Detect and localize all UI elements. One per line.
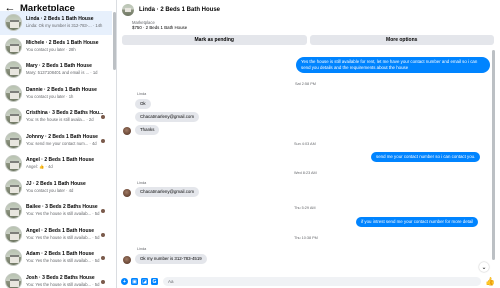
- seen-avatar: [100, 255, 106, 261]
- outgoing-message: Yes the house is still available for ren…: [296, 57, 490, 73]
- listing-price[interactable]: $750 · 2 Beds 1 Bath House: [132, 25, 187, 31]
- conversation-title: Adam · 2 Beds 1 Bath House: [26, 251, 95, 258]
- listing-thumbnail: [5, 202, 22, 220]
- incoming-message: Chacatmarleny@gmail.com: [135, 112, 199, 122]
- scroll-down-icon[interactable]: ⌄: [479, 262, 489, 272]
- listing-thumbnail: [5, 14, 22, 32]
- listing-avatar[interactable]: [122, 3, 134, 16]
- conversation-preview: You contact you later · 28h: [26, 46, 76, 52]
- conversation-item[interactable]: Johnny · 2 Beds 1 Bath House You: send me…: [0, 129, 112, 153]
- conversation-list: Linda · 2 Beds 1 Bath House Linda: Ok my …: [0, 11, 112, 288]
- conversation-item[interactable]: Angel · 2 Beds 1 Bath House You: Yes the …: [0, 223, 112, 247]
- seen-avatar: [100, 208, 106, 214]
- message-thread: Yes the house is still available for ren…: [118, 48, 490, 270]
- listing-thumbnail: [5, 272, 22, 288]
- timestamp: Thu 10:38 PM: [294, 236, 318, 240]
- sender-name: Linda: [137, 181, 147, 185]
- listing-thumbnail: [5, 131, 22, 149]
- add-icon[interactable]: +: [121, 278, 128, 285]
- listing-actions: Mark as pending More options: [122, 35, 494, 45]
- sender-avatar[interactable]: [123, 189, 131, 197]
- chat-header: Linda · 2 Beds 1 Bath House: [118, 0, 500, 19]
- conversation-item[interactable]: Mary · 2 Beds 1 Bath House Mary: 51371084…: [0, 58, 112, 82]
- conversation-item[interactable]: Linda · 2 Beds 1 Bath House Linda: Ok my …: [0, 11, 112, 35]
- conversation-preview: You: Is the house is still availa... · 2…: [26, 117, 94, 123]
- incoming-message: Thanks: [135, 125, 160, 135]
- conversation-title: JJ · 2 Beds 1 Bath House: [26, 180, 86, 187]
- more-options-button[interactable]: More options: [309, 35, 494, 45]
- listing-thumbnail: [5, 178, 22, 196]
- conversation-item[interactable]: Adam · 2 Beds 1 Bath House You: Yes the h…: [0, 246, 112, 270]
- conversation-preview: Mary: 5137108401 and email is ... · 1d: [26, 70, 98, 76]
- timestamp: Wed 8:23 AM: [294, 171, 317, 175]
- sticker-icon[interactable]: ◪: [141, 278, 148, 285]
- mark-pending-button[interactable]: Mark as pending: [122, 35, 307, 45]
- conversation-preview: You: send me your contact num... · 4d: [26, 140, 97, 146]
- conversation-sidebar: ← Marketplace Linda · 2 Beds 1 Bath Hous…: [0, 0, 117, 288]
- listing-thumbnail: [5, 61, 22, 79]
- conversation-preview: You contact you later · 4d: [26, 187, 74, 193]
- listing-thumbnail: [5, 108, 22, 126]
- conversation-title: Cristhina · 3 Beds 2 Baths Hou...: [26, 110, 104, 117]
- conversation-preview: You: Yes the house is still availab... ·…: [26, 258, 100, 264]
- message-input[interactable]: Aa: [163, 277, 481, 286]
- timestamp: Sat 2:58 PM: [295, 82, 316, 86]
- conversation-title: Linda · 2 Beds 1 Bath House: [26, 16, 94, 23]
- conversation-title: Josh · 3 Beds 2 Baths House: [26, 274, 95, 281]
- incoming-message: Chacatmarleny@gmail.com: [135, 187, 199, 197]
- conversation-item[interactable]: Josh · 3 Beds 2 Baths House You: Yes the …: [0, 270, 112, 288]
- conversation-title: Dannie · 2 Beds 1 Bath House: [26, 86, 97, 93]
- timestamp: Sun 4:03 AM: [294, 142, 316, 146]
- listing-thumbnail: [5, 225, 22, 243]
- messenger-app: ← Marketplace Linda · 2 Beds 1 Bath Hous…: [0, 0, 500, 288]
- seen-avatar: [100, 137, 106, 144]
- listing-thumbnail: [5, 37, 22, 55]
- seen-avatar: [100, 114, 106, 120]
- conversation-item[interactable]: Dannie · 2 Beds 1 Bath House You contact …: [0, 82, 112, 106]
- listing-thumbnail: [5, 155, 22, 173]
- sidebar-scrollbar[interactable]: [113, 12, 116, 70]
- conversation-title: Michele · 2 Beds 1 Bath House: [26, 39, 99, 46]
- conversation-title: Johnny · 2 Beds 1 Bath House: [26, 133, 98, 140]
- conversation-preview: Linda: Ok my number is 312-783-... · 14h: [26, 23, 103, 29]
- timestamp: Thu 5:29 AM: [294, 206, 316, 210]
- conversation-item[interactable]: JJ · 2 Beds 1 Bath House You contact you …: [0, 176, 112, 200]
- like-icon[interactable]: 👍: [485, 277, 495, 286]
- conversation-preview: You: Yes the house is still availab... ·…: [26, 234, 100, 240]
- conversation-title: Bailee · 3 Beds 2 Baths House: [26, 204, 98, 211]
- conversation-title: Angel · 2 Beds 1 Bath House: [26, 227, 95, 234]
- incoming-message: Ok my number is 312-783-4519: [135, 254, 207, 264]
- conversation-preview: You: Yes the house is still availab... ·…: [26, 281, 100, 287]
- chat-pane: Linda · 2 Beds 1 Bath House Marketplace …: [118, 0, 500, 288]
- seen-avatar: [100, 278, 106, 285]
- seen-avatar: [100, 231, 106, 238]
- conversation-preview: You: Yes the house is still availab... ·…: [26, 211, 100, 217]
- listing-thumbnail: [5, 84, 22, 102]
- sender-avatar[interactable]: [123, 127, 131, 135]
- conversation-title: Angel · 2 Beds 1 Bath House: [26, 157, 95, 164]
- incoming-message: Ok: [135, 99, 151, 109]
- listing-info: Marketplace $750 · 2 Beds 1 Bath House: [132, 20, 187, 31]
- message-composer: + ▣ ◪ G Aa 👍: [118, 275, 500, 288]
- sender-avatar[interactable]: [123, 256, 131, 264]
- outgoing-message: if you intrest send me your contact numb…: [356, 217, 479, 227]
- outgoing-message: send me your contact number so i can con…: [371, 152, 481, 162]
- conversation-title: Mary · 2 Beds 1 Bath House: [26, 63, 92, 70]
- chat-title[interactable]: Linda · 2 Beds 1 Bath House: [139, 7, 220, 13]
- chat-scrollbar[interactable]: [492, 50, 495, 260]
- conversation-item[interactable]: Michele · 2 Beds 1 Bath House You contact…: [0, 35, 112, 59]
- conversation-item[interactable]: Cristhina · 3 Beds 2 Baths Hou... You: Is…: [0, 105, 112, 129]
- gif-icon[interactable]: G: [151, 278, 158, 285]
- sender-name: Linda: [137, 92, 147, 96]
- conversation-item[interactable]: Angel · 2 Beds 1 Bath House Angel: 👍 · 4d: [0, 152, 112, 176]
- conversation-item[interactable]: Bailee · 3 Beds 2 Baths House You: Yes th…: [0, 199, 112, 223]
- sender-name: Linda: [137, 247, 147, 251]
- conversation-preview: Angel: 👍 · 4d: [26, 164, 53, 170]
- photo-icon[interactable]: ▣: [131, 278, 138, 285]
- listing-thumbnail: [5, 249, 22, 267]
- conversation-preview: You contact you later · 1h: [26, 93, 74, 99]
